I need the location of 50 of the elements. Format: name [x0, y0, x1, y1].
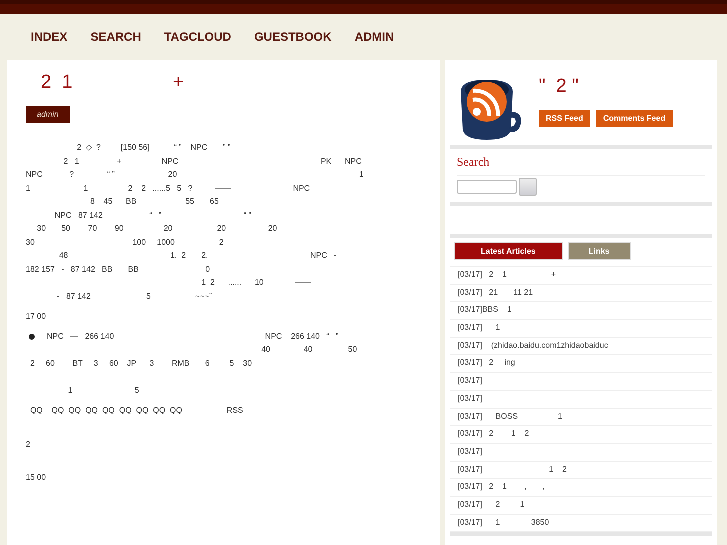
post-text: - 87 142 5 ~~~˝: [56, 290, 214, 302]
article-link[interactable]: [03/17] 2 ing: [450, 355, 712, 374]
nav-link[interactable]: INDEX: [31, 30, 68, 44]
feed-button[interactable]: RSS Feed: [539, 110, 590, 127]
article-link[interactable]: [03/17]: [450, 373, 712, 391]
post-text: 30 50 70 90 20 20 20: [36, 223, 278, 235]
search-field[interactable]: [457, 180, 517, 194]
article-link[interactable]: [03/17] (zhidao.baidu.com1zhidaobaiduc: [450, 338, 712, 356]
search-button[interactable]: [519, 178, 537, 196]
feed-button[interactable]: Comments Feed: [596, 110, 673, 127]
article-link[interactable]: [03/17] 21 11 21: [450, 284, 712, 302]
post-text: QQ QQ QQ QQ QQ QQ QQ QQ QQ RSS: [29, 404, 244, 417]
post-text: 17 00: [26, 310, 48, 323]
post-text: NPC ? “ ” 20 1: [26, 169, 365, 181]
post-text: 1 1 2 2 ......5 5 ? —— NPC: [26, 182, 312, 194]
article-link[interactable]: [03/17] 1 3850: [450, 514, 712, 532]
article-link[interactable]: [03/17]BBS 1: [450, 302, 712, 320]
post-title: 2 1 +: [41, 72, 186, 94]
post-text: 1 2 ...... 10 ——: [200, 277, 312, 289]
nav-link[interactable]: GUESTBOOK: [254, 30, 332, 44]
post-text: NPC — 266 140 NPC 266 140 “ ”: [47, 330, 339, 343]
widget-tab[interactable]: Latest Articles: [454, 242, 563, 260]
post-text: 2 60 BT 3 60 JP 3 RMB 6 5 30: [29, 358, 254, 370]
widget-title: Search: [457, 151, 705, 176]
post-text: 48 1. 2 2. NPC -: [58, 250, 338, 262]
article-link[interactable]: [03/17]: [450, 444, 712, 462]
post-text: 182 157 - 87 142 BB BB 0: [26, 264, 212, 276]
nav-link[interactable]: TAGCLOUD: [164, 30, 232, 44]
article-link[interactable]: [03/17] 2 1 , ,: [450, 479, 712, 497]
post-text: 2 1 + NPC PK NPC: [62, 156, 363, 168]
post-text: 8 45 BB 55 65: [89, 196, 220, 208]
author-tag[interactable]: admin: [26, 106, 70, 123]
post-text: NPC 87 142 “ ” “ ”: [54, 210, 252, 222]
post-text: 2: [26, 438, 32, 450]
post-text: 30 100 1000 2: [26, 236, 225, 248]
post-text: 40 40 50: [260, 344, 358, 356]
article-link[interactable]: [03/17]: [450, 390, 712, 408]
post-text: 2 ◇ ? [150 56] “ ” NPC ” ”: [76, 142, 232, 154]
article-link[interactable]: [03/17] 2 1: [450, 496, 712, 515]
article-link[interactable]: [03/17] BOSS 1: [450, 408, 712, 426]
post-text: 1 5: [67, 384, 140, 397]
nav-link[interactable]: ADMIN: [354, 30, 394, 44]
article-link[interactable]: [03/17] 2 1 +: [450, 267, 712, 285]
bullet-icon: [29, 334, 35, 340]
article-link[interactable]: [03/17] 1 2: [450, 462, 712, 480]
nav-link[interactable]: SEARCH: [90, 30, 142, 44]
feed-title: " 2 ": [539, 76, 580, 98]
post-text: 15 00: [26, 472, 48, 484]
article-link[interactable]: [03/17] 1: [450, 320, 712, 338]
article-link[interactable]: [03/17] 2 1 2: [450, 426, 712, 444]
